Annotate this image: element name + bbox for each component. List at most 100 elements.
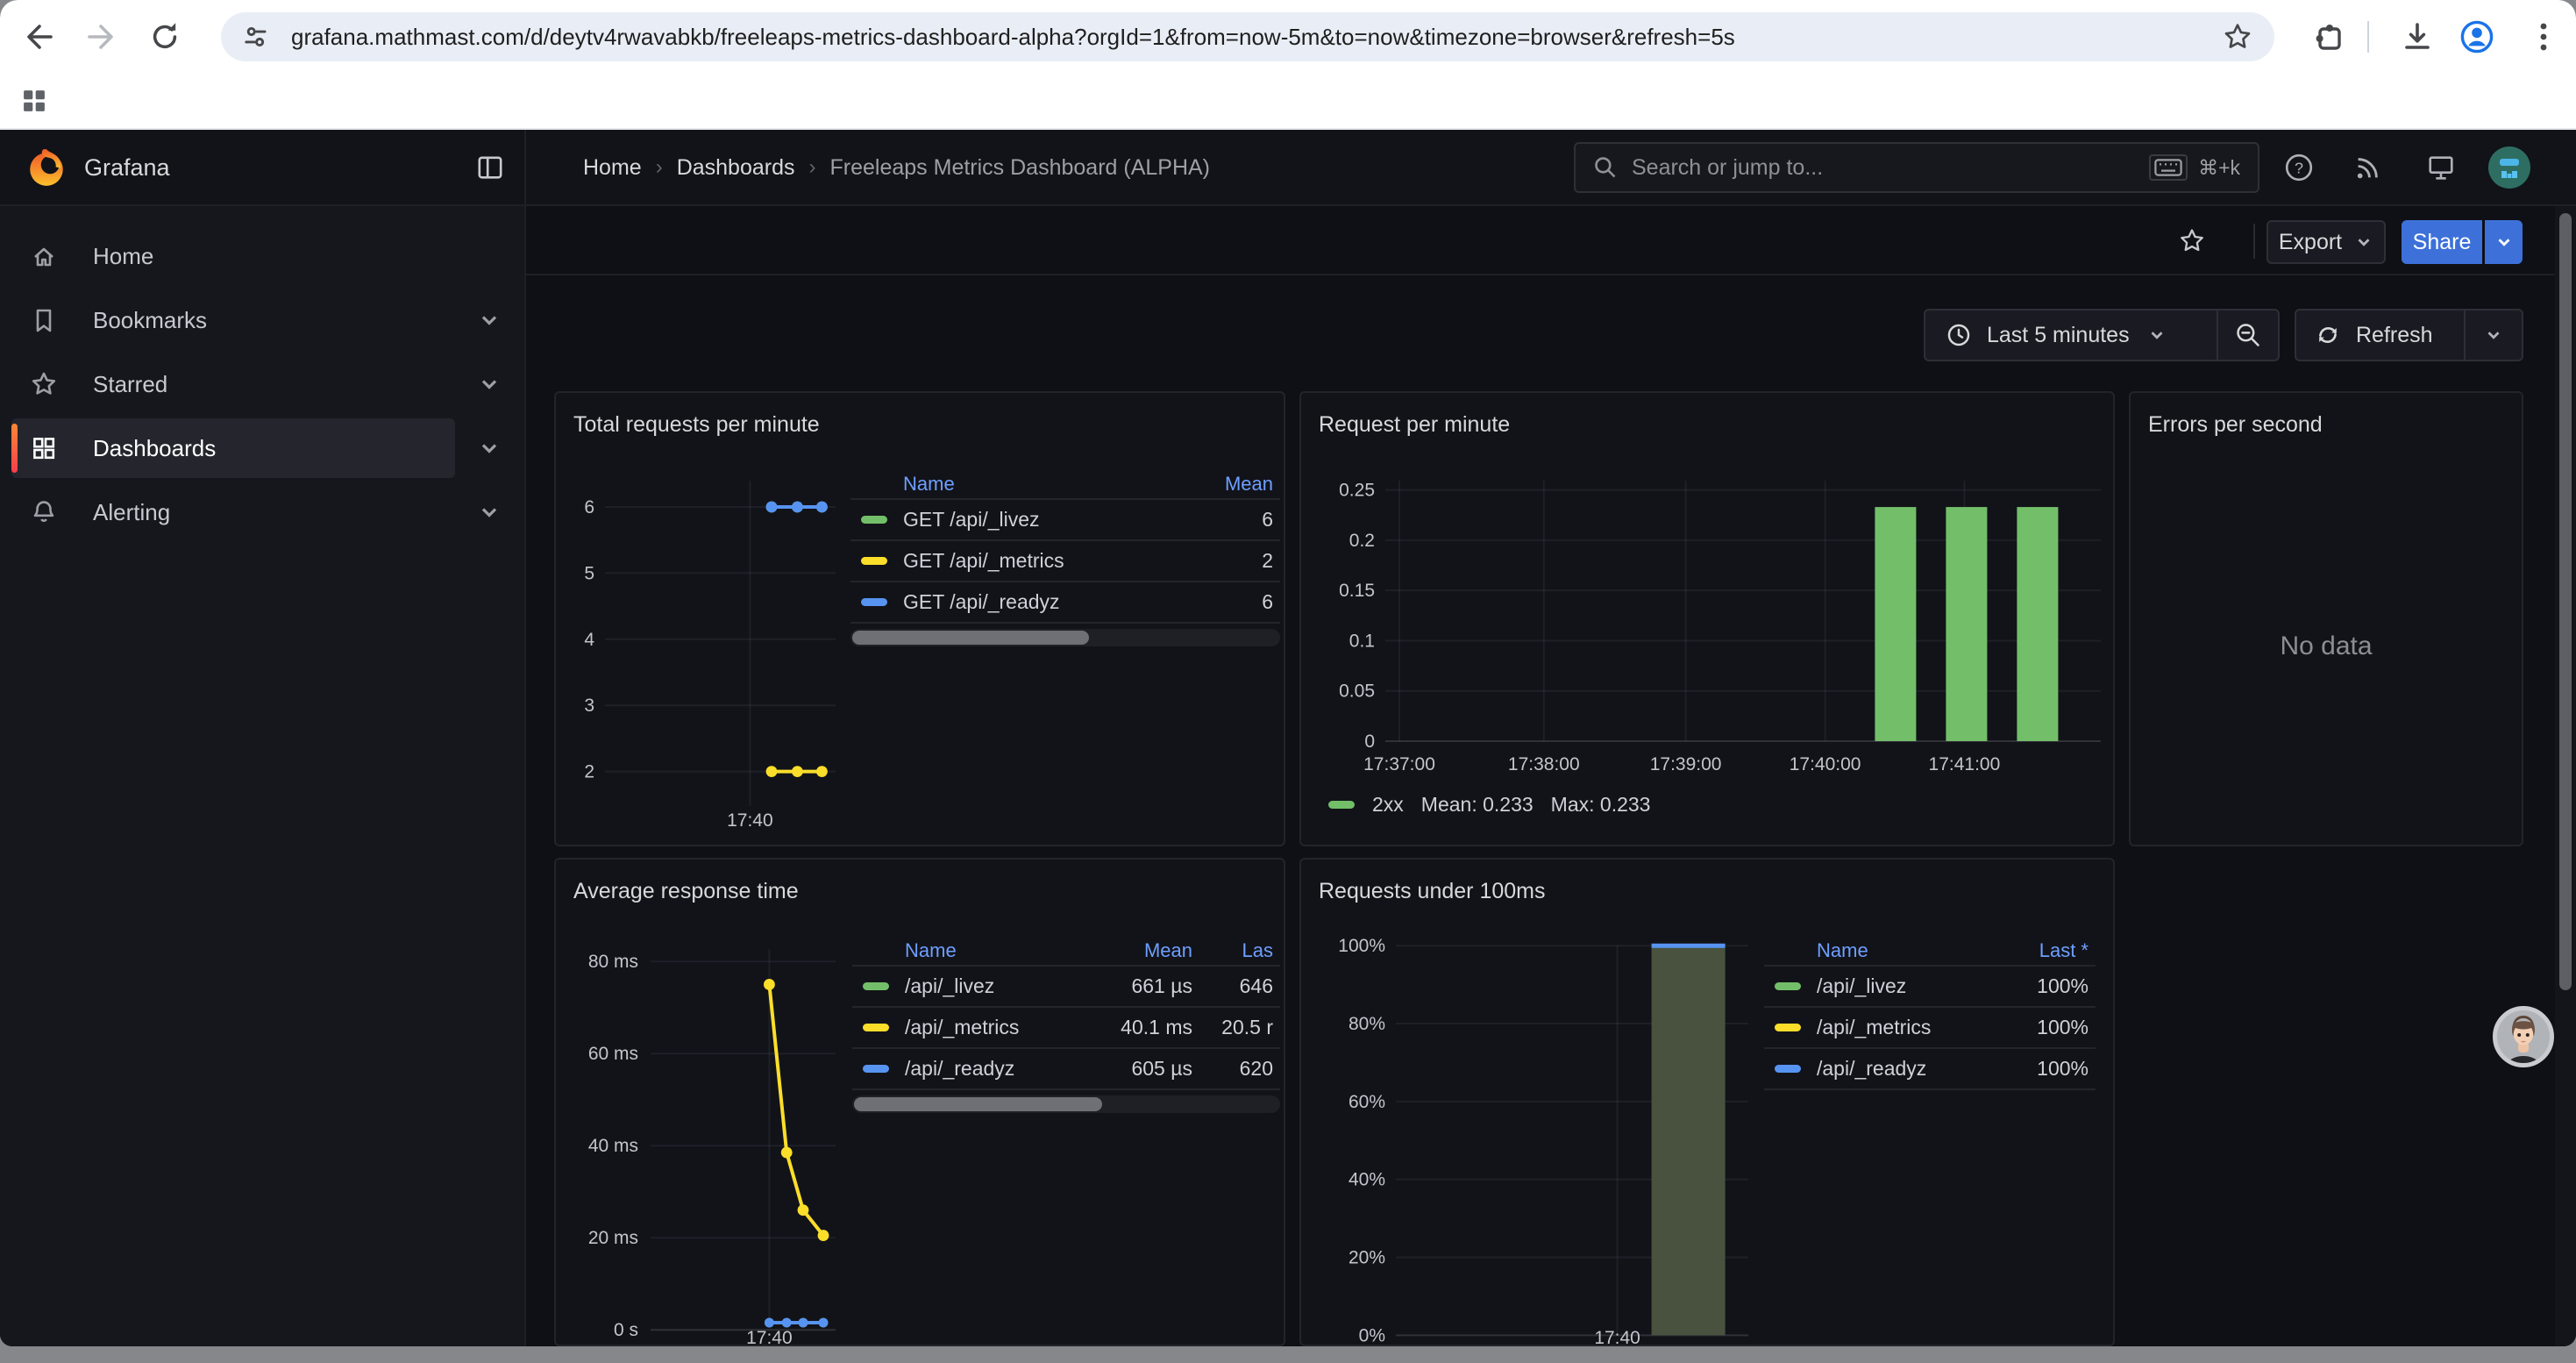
legend-scrollbar[interactable] — [850, 629, 1280, 646]
url-text[interactable]: grafana.mathmast.com/d/deytv4rwavabkb/fr… — [291, 24, 2222, 51]
legend-row[interactable]: /api/_livez661 µs646 — [852, 967, 1280, 1008]
profile-icon[interactable] — [2459, 18, 2495, 55]
legend-row[interactable]: GET /api/_metrics2 — [850, 541, 1280, 582]
legend-value: 100% — [1997, 1057, 2096, 1081]
legend-row[interactable]: 2xx Mean: 0.233 Max: 0.233 — [1328, 793, 1650, 817]
share-dropdown-button[interactable] — [2485, 220, 2523, 264]
legend-col-name[interactable]: Name — [905, 939, 1094, 962]
star-dashboard-icon[interactable] — [2178, 227, 2206, 255]
assistant-avatar-widget[interactable] — [2493, 1006, 2554, 1067]
legend-col[interactable]: Last * — [1997, 939, 2096, 962]
export-button[interactable]: Export — [2266, 220, 2386, 264]
series-swatch — [863, 1024, 889, 1031]
legend-scrollbar-thumb[interactable] — [854, 1097, 1102, 1111]
grafana-brand[interactable]: Grafana — [84, 130, 170, 205]
chevron-down-icon[interactable] — [477, 436, 502, 460]
legend-scrollbar-thumb[interactable] — [852, 631, 1089, 645]
back-icon[interactable] — [21, 18, 58, 55]
breadcrumb-home[interactable]: Home — [583, 155, 642, 181]
download-icon[interactable] — [2399, 18, 2436, 55]
bookmarks-bar: Freeleaps 收藏博客 — [0, 74, 2576, 130]
legend-row[interactable]: GET /api/_readyz6 — [850, 582, 1280, 624]
x-axis-tick-label: 17:38:00 — [1508, 754, 1580, 774]
y-axis-tick-label: 80% — [1348, 1014, 1385, 1034]
legend-col[interactable]: Mean — [1094, 939, 1199, 962]
legend-row[interactable]: /api/_livez100% — [1764, 967, 2096, 1008]
grafana-logo[interactable] — [25, 146, 68, 189]
legend-max: Max: 0.233 — [1551, 793, 1651, 817]
panel-title[interactable]: Errors per second — [2148, 412, 2323, 438]
sidebar-item-home[interactable]: Home — [11, 226, 455, 286]
sidebar-item-starred[interactable]: Starred — [11, 354, 455, 414]
x-axis-tick-label: 17:39:00 — [1650, 754, 1722, 774]
series-swatch — [1775, 1065, 1801, 1073]
toolbar-divider — [2367, 21, 2369, 53]
apps-grid-icon — [30, 434, 58, 462]
legend-scrollbar[interactable] — [852, 1095, 1280, 1113]
tune-icon[interactable] — [240, 22, 270, 52]
search-input[interactable]: Search or jump to... ⌘+k — [1574, 142, 2259, 193]
y-axis-tick-label: 60 ms — [588, 1044, 638, 1064]
series-line — [769, 984, 823, 1235]
extensions-icon[interactable] — [2311, 18, 2348, 55]
user-avatar[interactable] — [2488, 146, 2530, 189]
x-axis-tick-label: 17:40 — [727, 810, 773, 831]
legend-row[interactable]: /api/_metrics40.1 ms20.5 r — [852, 1008, 1280, 1049]
url-bar[interactable]: grafana.mathmast.com/d/deytv4rwavabkb/fr… — [221, 12, 2274, 61]
sidebar-nav: HomeBookmarksStarredDashboardsAlerting — [0, 206, 526, 1346]
search-icon — [1593, 155, 1618, 180]
zoom-out-button[interactable] — [2218, 310, 2278, 360]
legend-value: 6 — [1192, 508, 1280, 532]
panel-average-response-time: Average response time 80 ms60 ms40 ms20 … — [554, 858, 1285, 1346]
sidebar-item-bookmarks[interactable]: Bookmarks — [11, 290, 455, 350]
data-point — [799, 1318, 808, 1328]
page-scrollbar[interactable] — [2555, 206, 2576, 1346]
refresh-button[interactable]: Refresh — [2296, 310, 2464, 360]
keyboard-icon — [2149, 154, 2188, 181]
legend-row[interactable]: /api/_readyz100% — [1764, 1049, 2096, 1090]
panel-title[interactable]: Request per minute — [1319, 412, 1510, 438]
grafana-app: Grafana Home › Dashboards › Freeleaps Me… — [0, 130, 2576, 1346]
legend-row[interactable]: GET /api/_livez6 — [850, 500, 1280, 541]
help-icon[interactable]: ? — [2284, 153, 2314, 182]
panel-errors-per-second: Errors per second No data — [2129, 391, 2523, 846]
time-range-picker[interactable]: Last 5 minutes — [1925, 310, 2217, 360]
forward-icon[interactable] — [82, 18, 119, 55]
legend-col[interactable]: Mean — [1192, 473, 1280, 496]
star-icon — [30, 370, 58, 398]
kiosk-monitor-icon[interactable] — [2426, 153, 2456, 182]
bookmark-star-icon[interactable] — [2222, 21, 2253, 53]
reload-icon[interactable] — [146, 18, 183, 55]
data-point — [765, 1318, 774, 1328]
page-scrollbar-thumb[interactable] — [2559, 213, 2572, 990]
avatar-image — [2497, 1010, 2550, 1063]
breadcrumb-separator: › — [656, 155, 663, 180]
legend-row[interactable]: /api/_readyz605 µs620 — [852, 1049, 1280, 1090]
share-button[interactable]: Share — [2402, 220, 2482, 264]
legend-col-name[interactable]: Name — [1817, 939, 1997, 962]
search-placeholder: Search or jump to... — [1632, 155, 2149, 181]
legend-col-name[interactable]: Name — [903, 473, 1192, 496]
refresh-interval-dropdown[interactable] — [2466, 310, 2522, 360]
breadcrumb-dashboards[interactable]: Dashboards — [677, 155, 795, 181]
panel-title[interactable]: Average response time — [573, 879, 799, 904]
series-name: GET /api/_livez — [903, 508, 1192, 532]
chevron-down-icon[interactable] — [477, 372, 502, 396]
series-name: /api/_readyz — [905, 1057, 1094, 1081]
panel-title[interactable]: Total requests per minute — [573, 412, 820, 438]
news-rss-icon[interactable] — [2352, 153, 2382, 182]
chevron-down-icon[interactable] — [477, 308, 502, 332]
collapse-sidebar-icon[interactable] — [477, 154, 503, 181]
sidebar-item-dashboards[interactable]: Dashboards — [11, 418, 455, 478]
panel-title[interactable]: Requests under 100ms — [1319, 879, 1545, 904]
menu-kebab-icon[interactable] — [2525, 18, 2562, 55]
chevron-down-icon[interactable] — [477, 500, 502, 525]
legend-row[interactable]: /api/_metrics100% — [1764, 1008, 2096, 1049]
sidebar-item-alerting[interactable]: Alerting — [11, 482, 455, 542]
y-axis-tick-label: 40 ms — [588, 1136, 638, 1156]
legend-value: 100% — [1997, 974, 2096, 998]
legend-value: 605 µs — [1094, 1057, 1199, 1081]
legend-col[interactable]: Las — [1199, 939, 1280, 962]
browser-window: grafana.mathmast.com/d/deytv4rwavabkb/fr… — [0, 0, 2576, 1346]
apps-grid-icon[interactable] — [19, 86, 49, 116]
